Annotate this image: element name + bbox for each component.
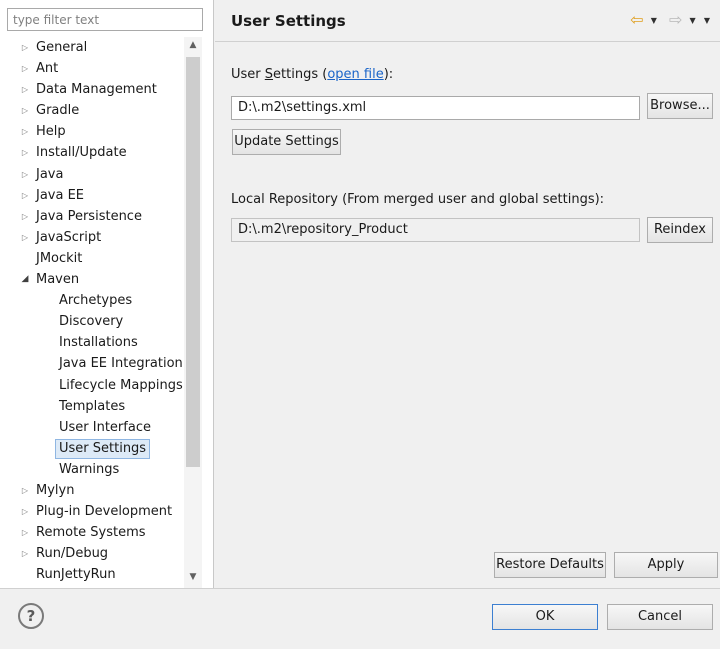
page-nav-toolbar: ⇦ ▼ ⇨ ▼ ▼ xyxy=(630,11,710,31)
tree-item-user-settings[interactable]: User Settings xyxy=(0,438,184,459)
tree-item-label: Java EE xyxy=(36,187,85,203)
tree-item-data-management[interactable]: ▷ Data Management xyxy=(0,79,184,100)
tree-item-label: Help xyxy=(36,124,66,140)
apply-button[interactable]: Apply xyxy=(614,552,718,578)
tree-scrollbar[interactable]: ▲ ▼ xyxy=(184,37,202,588)
filter-input[interactable] xyxy=(7,8,203,31)
tree-item-jmockit[interactable]: JMockit xyxy=(0,248,184,269)
page-header: User Settings ⇦ ▼ ⇨ ▼ ▼ xyxy=(215,0,720,42)
tree-item-ant[interactable]: ▷ Ant xyxy=(0,58,184,79)
tree-item-label: Java EE Integration xyxy=(59,356,183,372)
collapsed-arrow-icon[interactable]: ▷ xyxy=(20,58,30,79)
tree-item-label: Archetypes xyxy=(59,293,133,309)
tree-item-label: User Settings xyxy=(55,438,151,459)
collapsed-arrow-icon[interactable]: ▷ xyxy=(20,522,30,543)
collapsed-arrow-icon[interactable]: ▷ xyxy=(20,37,30,58)
restore-defaults-button[interactable]: Restore Defaults xyxy=(494,552,606,578)
update-settings-button[interactable]: Update Settings xyxy=(232,129,341,155)
page-title: User Settings xyxy=(231,12,346,30)
scroll-up-icon[interactable]: ▲ xyxy=(184,37,202,54)
tree-item-discovery[interactable]: Discovery xyxy=(0,311,184,332)
collapsed-arrow-icon[interactable]: ▷ xyxy=(20,121,30,142)
back-history-dropdown-icon[interactable]: ▼ xyxy=(651,16,657,25)
user-settings-path-input[interactable]: D:\.m2\settings.xml xyxy=(231,96,640,120)
tree-item-gradle[interactable]: ▷ Gradle xyxy=(0,100,184,121)
reindex-button[interactable]: Reindex xyxy=(647,217,713,243)
tree-item-label: Install/Update xyxy=(36,145,127,161)
tree-item-label: Installations xyxy=(59,335,138,351)
preferences-tree: ▷ General ▷ Ant ▷ Data Management ▷ Gradle ▷ Help… xyxy=(0,37,184,588)
help-icon[interactable]: ? xyxy=(18,603,44,629)
tree-item-archetypes[interactable]: Archetypes xyxy=(0,290,184,311)
tree-item-runjettyrun[interactable]: RunJettyRun xyxy=(0,564,184,585)
collapsed-arrow-icon[interactable]: ▷ xyxy=(20,79,30,100)
expanded-arrow-icon[interactable]: ◢ xyxy=(20,269,30,290)
cancel-button[interactable]: Cancel xyxy=(607,604,713,630)
forward-arrow-icon[interactable]: ⇨ xyxy=(669,11,682,29)
tree-item-warnings[interactable]: Warnings xyxy=(0,459,184,480)
preferences-tree-pane: ▷ General ▷ Ant ▷ Data Management ▷ Gradle ▷ Help… xyxy=(0,0,214,588)
tree-item-label: Java Persistence xyxy=(36,208,142,224)
ok-button[interactable]: OK xyxy=(492,604,598,630)
tree-item-label: RunJettyRun xyxy=(36,567,116,583)
collapsed-arrow-icon[interactable]: ▷ xyxy=(20,164,30,185)
collapsed-arrow-icon[interactable]: ▷ xyxy=(20,480,30,501)
tree-item-templates[interactable]: Templates xyxy=(0,396,184,417)
tree-item-javascript[interactable]: ▷ JavaScript xyxy=(0,227,184,248)
tree-item-label: Remote Systems xyxy=(36,525,146,541)
browse-button[interactable]: Browse... xyxy=(647,93,713,119)
tree-item-label: Discovery xyxy=(59,314,124,330)
tree-item-java-ee-integration[interactable]: Java EE Integration xyxy=(0,353,184,374)
collapsed-arrow-icon[interactable]: ▷ xyxy=(20,227,30,248)
tree-item-label: Mylyn xyxy=(36,482,75,498)
tree-item-label: JavaScript xyxy=(36,229,102,245)
tree-item-label: Java xyxy=(36,166,64,182)
user-settings-label: User Settings (open file): xyxy=(231,67,394,82)
collapsed-arrow-icon[interactable]: ▷ xyxy=(20,185,30,206)
tree-item-maven[interactable]: ◢ Maven xyxy=(0,269,184,290)
tree-item-label: Templates xyxy=(59,398,126,414)
collapsed-arrow-icon[interactable]: ▷ xyxy=(20,501,30,522)
collapsed-arrow-icon[interactable]: ▷ xyxy=(20,142,30,163)
scroll-thumb[interactable] xyxy=(186,57,200,467)
tree-item-run-debug[interactable]: ▷ Run/Debug xyxy=(0,543,184,564)
tree-item-install-update[interactable]: ▷ Install/Update xyxy=(0,142,184,163)
tree-item-help[interactable]: ▷ Help xyxy=(0,121,184,142)
back-arrow-icon[interactable]: ⇦ xyxy=(630,11,643,29)
dialog-divider xyxy=(0,588,720,589)
tree-item-label: Data Management xyxy=(36,82,157,98)
open-file-link[interactable]: open file xyxy=(327,67,383,82)
view-menu-icon[interactable]: ▼ xyxy=(704,16,710,25)
tree-item-user-interface[interactable]: User Interface xyxy=(0,417,184,438)
tree-item-general[interactable]: ▷ General xyxy=(0,37,184,58)
tree-item-java-persistence[interactable]: ▷ Java Persistence xyxy=(0,206,184,227)
tree-item-label: Lifecycle Mappings xyxy=(59,377,183,393)
tree-item-label: Plug-in Development xyxy=(36,504,173,520)
tree-item-label: Gradle xyxy=(36,103,80,119)
tree-item-label: JMockit xyxy=(36,250,83,266)
collapsed-arrow-icon[interactable]: ▷ xyxy=(20,206,30,227)
tree-item-label: Run/Debug xyxy=(36,546,109,562)
tree-item-label: Maven xyxy=(36,272,80,288)
tree-item-label: Warnings xyxy=(59,461,120,477)
tree-item-label: Ant xyxy=(36,61,59,77)
scroll-down-icon[interactable]: ▼ xyxy=(184,569,202,586)
tree-item-installations[interactable]: Installations xyxy=(0,332,184,353)
tree-item-lifecycle-mappings[interactable]: Lifecycle Mappings xyxy=(0,375,184,396)
local-repository-path-field: D:\.m2\repository_Product xyxy=(231,218,640,242)
tree-item-java[interactable]: ▷ Java xyxy=(0,164,184,185)
tree-item-plug-in-development[interactable]: ▷ Plug-in Development xyxy=(0,501,184,522)
tree-item-java-ee[interactable]: ▷ Java EE xyxy=(0,185,184,206)
collapsed-arrow-icon[interactable]: ▷ xyxy=(20,100,30,121)
forward-history-dropdown-icon[interactable]: ▼ xyxy=(690,16,696,25)
tree-item-remote-systems[interactable]: ▷ Remote Systems xyxy=(0,522,184,543)
collapsed-arrow-icon[interactable]: ▷ xyxy=(20,543,30,564)
tree-item-label: General xyxy=(36,40,88,55)
tree-item-mylyn[interactable]: ▷ Mylyn xyxy=(0,480,184,501)
local-repository-label: Local Repository (From merged user and g… xyxy=(231,192,605,207)
tree-item-label: User Interface xyxy=(59,419,151,435)
